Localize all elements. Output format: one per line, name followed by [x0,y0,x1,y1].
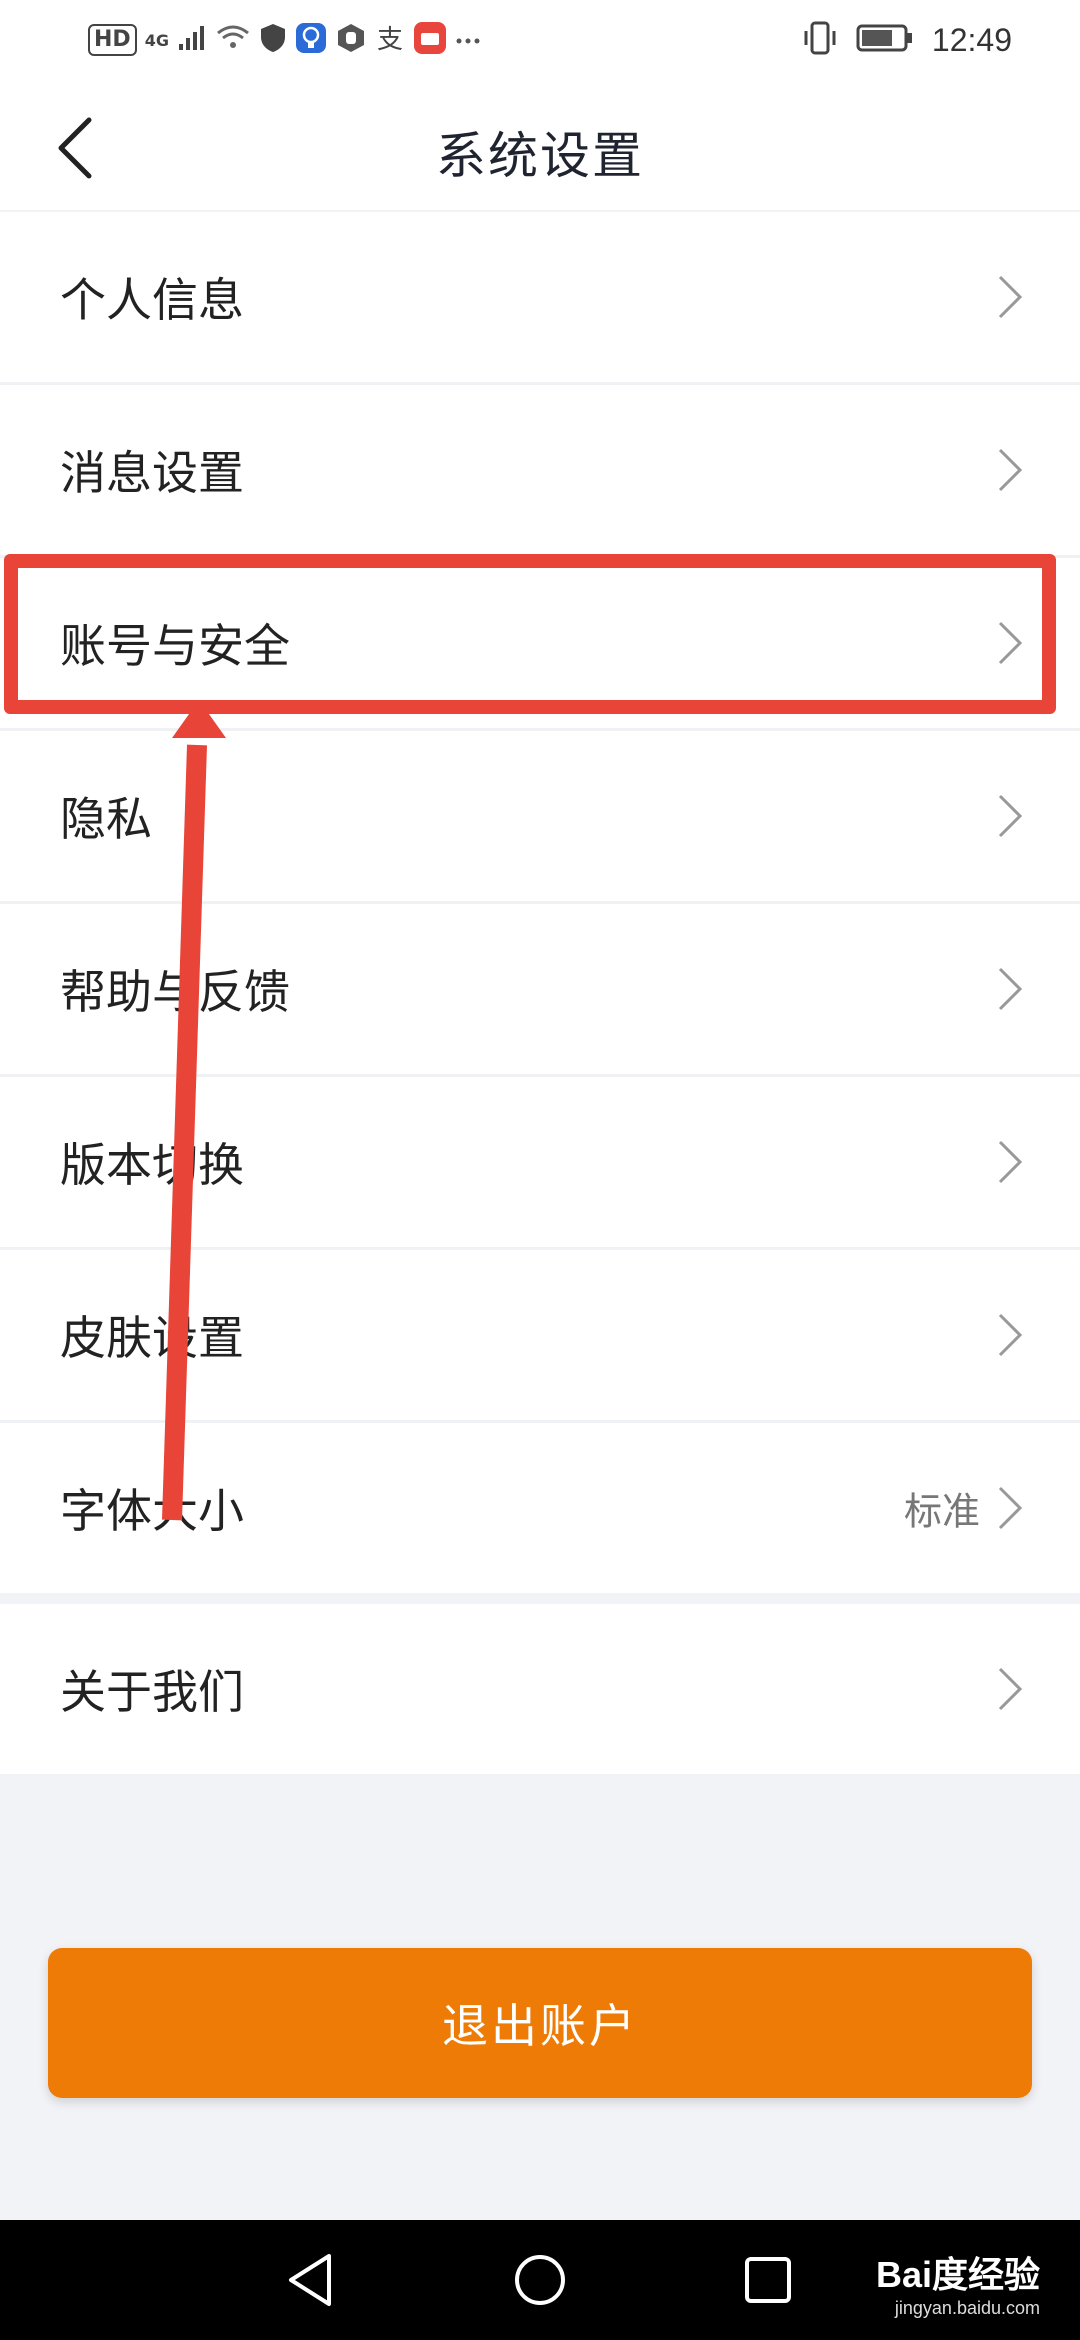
settings-item-label: 账号与安全 [60,619,290,673]
vibrate-icon [802,21,838,59]
chevron-right-icon [998,794,1023,838]
settings-item-about-us[interactable]: 关于我们 [0,1604,1080,1774]
settings-item-font-size[interactable]: 字体大小 标准 [0,1423,1080,1593]
chevron-right-icon [998,448,1023,492]
settings-item-help-feedback[interactable]: 帮助与反馈 [0,904,1080,1077]
svg-text:支: 支 [377,25,403,53]
settings-item-label: 关于我们 [60,1665,244,1719]
status-bar: HD 4G 支 12:49 [0,0,1080,80]
watermark: Bai度经验 jingyan.baidu.com [876,2246,1040,2319]
navigation-bar: Bai度经验 jingyan.baidu.com [0,2220,1080,2340]
circle-home-icon [515,2255,565,2305]
chevron-right-icon [998,967,1023,1011]
triangle-back-icon [289,2254,331,2306]
chevron-right-icon [998,1140,1023,1184]
nav-home-button[interactable] [500,2240,580,2320]
hand-icon [335,22,367,58]
chevron-right-icon [998,275,1023,319]
chevron-right-icon [998,1667,1023,1711]
wifi-icon [215,23,251,57]
watermark-brand: Bai度经验 [875,2254,1040,2295]
network-type: 4G [144,30,169,50]
about-section: 关于我们 [0,1604,1080,1774]
more-dots-icon [455,31,481,50]
settings-item-message-settings[interactable]: 消息设置 [0,385,1080,558]
settings-item-version-switch[interactable]: 版本切换 [0,1077,1080,1250]
alipay-icon: 支 [375,23,405,57]
shield-icon [259,22,287,58]
header: 系统设置 [0,80,1080,210]
clock-time: 12:49 [931,21,1012,58]
logout-button[interactable]: 退出账户 [48,1948,1032,2098]
battery-icon [856,23,914,57]
huawei-app-icon [413,21,447,59]
square-recents-icon [745,2257,791,2303]
settings-item-label: 皮肤设置 [60,1311,244,1365]
settings-item-label: 个人信息 [60,273,244,327]
settings-list: 个人信息 消息设置 账号与安全 隐私 帮助与反馈 版本切换 皮肤设置 字体大小 … [0,212,1080,1593]
watermark-url: jingyan.baidu.com [894,2298,1040,2318]
page-title: 系统设置 [436,127,644,185]
settings-item-label: 帮助与反馈 [60,965,290,1019]
font-size-value: 标准 [903,1489,980,1534]
settings-item-personal-info[interactable]: 个人信息 [0,212,1080,385]
settings-item-label: 字体大小 [60,1484,244,1538]
settings-item-label: 版本切换 [60,1138,244,1192]
settings-item-skin-settings[interactable]: 皮肤设置 [0,1250,1080,1423]
nav-back-button[interactable] [270,2240,350,2320]
chevron-right-icon [998,621,1023,665]
status-left: HD 4G 支 [88,18,481,62]
settings-item-label: 消息设置 [60,446,244,500]
hd-badge: HD [88,24,137,56]
chevron-right-icon [998,1313,1023,1357]
chevron-right-icon [998,1486,1023,1530]
signal-icon [177,24,207,56]
settings-item-privacy[interactable]: 隐私 [0,731,1080,904]
status-right: 12:49 [802,16,1012,64]
settings-item-label: 隐私 [60,792,152,846]
bulb-icon [295,22,327,58]
settings-item-account-security[interactable]: 账号与安全 [0,558,1080,731]
nav-recents-button[interactable] [728,2240,808,2320]
